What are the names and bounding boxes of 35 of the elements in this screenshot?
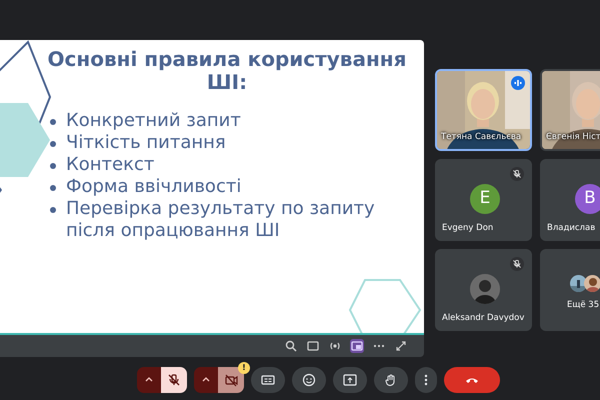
slide-title: Основні правила користування ШІ: [46, 46, 408, 94]
bullet-text: Форма ввічливості [66, 176, 242, 198]
zoom-icon[interactable] [284, 339, 298, 353]
participant-name: Владислав [547, 223, 596, 234]
bullet-icon [50, 207, 56, 213]
participant-name: Evgeny Don [442, 223, 494, 234]
raise-hand-button[interactable] [374, 367, 408, 393]
captions-button[interactable] [251, 367, 285, 393]
mic-off-icon [167, 373, 181, 387]
camera-off-icon [224, 373, 238, 387]
bullet-icon [50, 185, 56, 191]
participant-name: Aleksandr Davydov [442, 313, 524, 324]
captions-icon[interactable] [306, 339, 320, 353]
bullet-text: Контекст [66, 154, 154, 176]
hang-up-button[interactable] [444, 367, 500, 393]
expand-icon[interactable] [394, 339, 408, 353]
captions-icon [261, 373, 275, 387]
camera-button[interactable] [218, 367, 244, 393]
more-participants-text: Ещё 35 [567, 299, 600, 312]
bullet-icon [50, 141, 56, 147]
bullet-text: Перевірка результату по запиту після опрацювання ШІ [66, 198, 376, 242]
emoji-button[interactable] [292, 367, 326, 393]
emoji-icon [302, 373, 316, 387]
more-options-button[interactable] [415, 367, 437, 393]
bullet-icon [50, 163, 56, 169]
microphone-button[interactable] [161, 367, 187, 393]
bullet-text: Чіткість питання [66, 132, 226, 154]
present-screen-icon [343, 373, 357, 387]
warning-badge: ! [238, 362, 250, 374]
present-button[interactable] [333, 367, 367, 393]
picture-in-picture-icon[interactable] [350, 339, 364, 353]
bullet-text: Конкретний запит [66, 110, 241, 132]
bullet-icon [50, 119, 56, 125]
avatar-letter: E [470, 184, 500, 214]
avatar-letter: В [575, 184, 600, 214]
